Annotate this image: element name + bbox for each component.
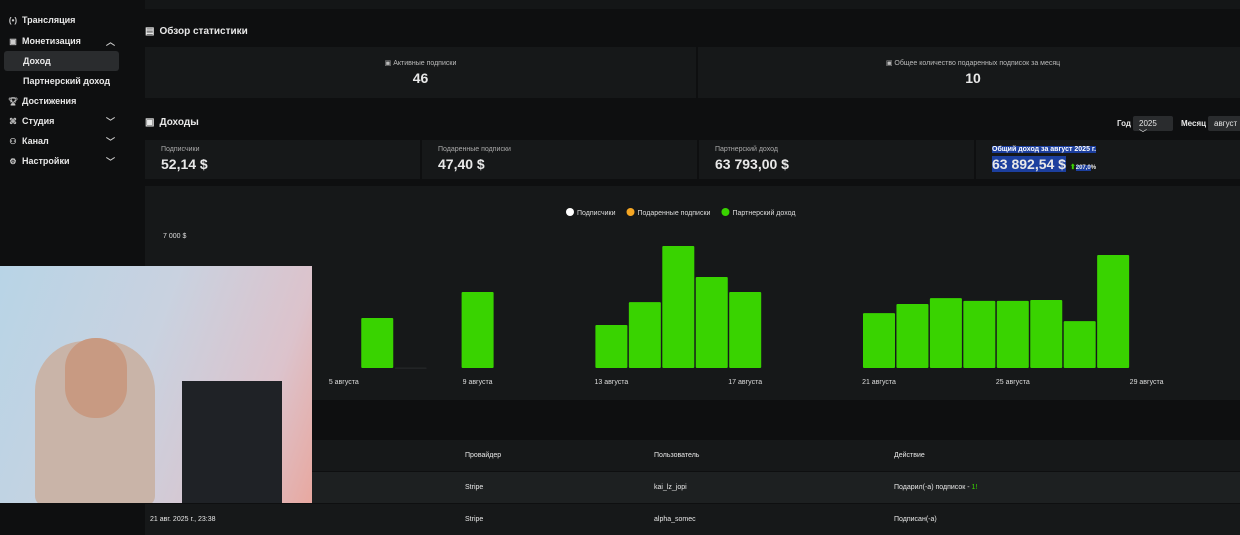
month-label: Месяц: [1181, 119, 1207, 128]
x-tick-label: 13 августа: [594, 379, 628, 386]
webcam-overlay: [0, 266, 312, 503]
overview-heading: ▤ Обзор статистики: [145, 26, 248, 37]
bar: [461, 292, 494, 368]
sidebar-item-channel[interactable]: ⚇ Канал ﹀: [4, 131, 119, 151]
bar: [1097, 254, 1130, 368]
bar: [1063, 321, 1096, 368]
webcam-desk: [182, 381, 282, 503]
sidebar-item-partner-income[interactable]: Партнерский доход: [4, 71, 119, 91]
bar: [896, 303, 929, 368]
sidebar-item-broadcast[interactable]: (•) Трансляция: [4, 10, 119, 30]
table-row[interactable]: 21 авг. 2025 г., 23:38 Stripe alpha_some…: [145, 504, 1240, 535]
legend-label: Подписчики: [577, 210, 616, 217]
bar: [595, 325, 628, 368]
legend-marker: [626, 208, 635, 216]
gear-icon: ⚙: [9, 156, 17, 166]
stats-icon: ▤: [145, 26, 155, 37]
bar: [394, 367, 427, 369]
x-tick-label: 17 августа: [728, 379, 762, 386]
income-card-subscribers: Подписчики 52,14 $: [145, 140, 420, 179]
bar: [662, 246, 695, 368]
sidebar-item-income[interactable]: Доход: [4, 51, 119, 71]
income-card-total: Общий доход за август 2025 г. 63 892,54 …: [976, 140, 1240, 179]
trophy-icon: 🏆︎: [7, 96, 19, 106]
legend-marker: [721, 208, 730, 216]
year-label: Год: [1117, 119, 1131, 128]
card-icon: ▣: [384, 60, 394, 67]
gifted-subs-card: ▣ Общее количество подаренных подписок з…: [698, 47, 1240, 98]
studio-icon: ⌘: [9, 116, 17, 126]
chevron-down-icon: ﹀: [105, 136, 115, 147]
x-tick-label: 9 августа: [463, 379, 493, 386]
sidebar-item-settings[interactable]: ⚙ Настройки ﹀: [4, 151, 119, 171]
bar: [729, 292, 762, 368]
month-select[interactable]: август: [1208, 116, 1240, 131]
bar: [863, 313, 895, 368]
bar: [996, 300, 1029, 368]
legend-label: Партнерский доход: [732, 209, 795, 217]
chevron-down-icon: ﹀: [105, 156, 115, 167]
channel-icon: ⚇: [9, 136, 17, 146]
income-heading: ▣ Доходы: [145, 117, 199, 128]
bar: [628, 302, 661, 368]
legend-label: Подаренные подписки: [638, 210, 711, 217]
income-card-partner: Партнерский доход 63 793,00 $: [699, 140, 974, 179]
chevron-down-icon: ﹀: [1139, 129, 1147, 138]
x-tick-label: 25 августа: [996, 379, 1030, 386]
active-subs-card: ▣ Активные подписки 46: [145, 47, 696, 98]
monetization-icon: ▣: [9, 36, 17, 46]
arrow-up-icon: ⬆: [1069, 164, 1076, 171]
year-select[interactable]: 2025 ﹀: [1133, 116, 1173, 138]
y-tick-label: 7 000 $: [163, 233, 186, 240]
bar: [1030, 299, 1063, 368]
income-card-gifted: Подаренные подписки 47,40 $: [422, 140, 697, 179]
chevron-up-icon: ︿: [105, 36, 115, 47]
broadcast-icon: (•): [8, 15, 18, 25]
legend-marker: [566, 208, 574, 216]
x-tick-label: 21 августа: [862, 379, 896, 386]
sidebar-item-studio[interactable]: ⌘ Студия ﹀: [4, 111, 119, 131]
x-tick-label: 5 августа: [329, 379, 359, 386]
sidebar-item-monetization[interactable]: ▣ Монетизация ︿: [4, 31, 119, 51]
bar: [361, 318, 394, 368]
bar: [929, 298, 962, 368]
bar: [695, 276, 728, 368]
income-icon: ▣: [145, 117, 155, 128]
webcam-head: [65, 338, 127, 418]
sidebar-item-achievements[interactable]: 🏆︎ Достижения: [4, 91, 119, 111]
chevron-down-icon: ﹀: [105, 116, 115, 127]
top-panel: [145, 0, 1240, 9]
x-tick-label: 29 августа: [1130, 379, 1164, 386]
bar: [963, 300, 996, 368]
